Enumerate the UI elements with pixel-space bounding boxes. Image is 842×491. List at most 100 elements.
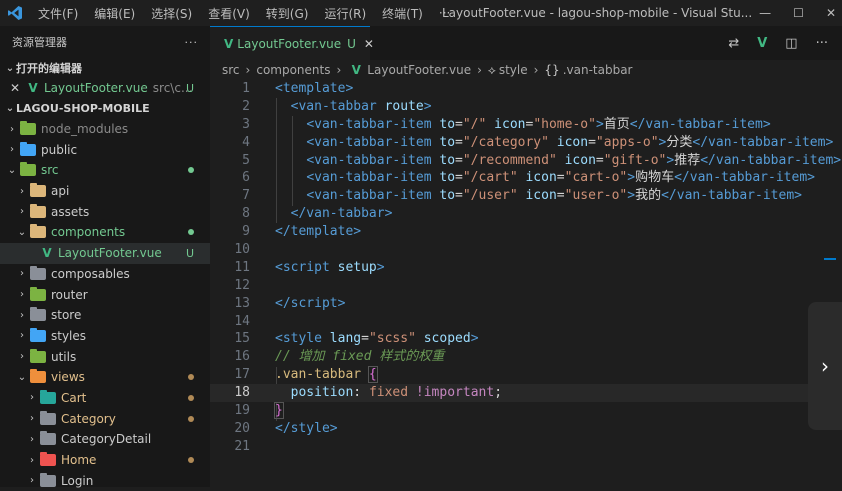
code-line: 20 </style> <box>234 420 338 436</box>
folder-icon <box>30 369 46 384</box>
modified-dot <box>188 167 194 174</box>
vue-file-icon: V <box>42 246 52 261</box>
untracked-badge: U <box>185 246 194 260</box>
code-line: 3 <van-tabbar-item to="/" icon="home-o">… <box>242 116 771 132</box>
modified-dot <box>188 374 194 381</box>
folder-icon <box>30 183 46 198</box>
project-section[interactable]: ⌄ LAGOU-SHOP-MOBILE <box>0 99 210 119</box>
breadcrumb-components[interactable]: components <box>256 63 330 77</box>
menu-go[interactable]: 转到(G) <box>258 5 317 22</box>
split-editor-icon[interactable]: ◫ <box>785 36 797 51</box>
modified-dot <box>188 415 194 422</box>
chevron-right-icon: › <box>20 309 24 321</box>
tree-item-label: styles <box>51 328 87 343</box>
chevron-right-icon: › <box>30 413 34 425</box>
tree-item-categorydetail[interactable]: › CategoryDetail <box>0 429 210 450</box>
next-arrow-button[interactable]: › <box>808 302 842 430</box>
tree-item-label: public <box>41 142 78 157</box>
tree-item-login[interactable]: › Login <box>0 470 210 491</box>
vue-outline-icon[interactable]: V <box>757 36 767 51</box>
tree-item-label: components <box>51 225 126 240</box>
tree-item-store[interactable]: › store <box>0 305 210 326</box>
menu-run[interactable]: 运行(R) <box>316 5 374 22</box>
chevron-right-icon: › <box>30 392 34 404</box>
menu-file[interactable]: 文件(F) <box>30 5 86 22</box>
open-editors-section[interactable]: ⌄ 打开的编辑器 <box>0 58 210 78</box>
breadcrumb-selector[interactable]: .van-tabbar <box>563 63 633 77</box>
project-name: LAGOU-SHOP-MOBILE <box>16 102 150 116</box>
breadcrumb-src[interactable]: src <box>222 63 240 77</box>
tree-item-assets[interactable]: › assets <box>0 201 210 222</box>
chevron-right-icon: › <box>30 433 34 445</box>
open-editor-filename: LayoutFooter.vue <box>44 81 148 96</box>
chevron-right-icon: › <box>821 354 829 378</box>
folder-icon <box>30 265 46 280</box>
menu-terminal[interactable]: 终端(T) <box>374 5 431 22</box>
close-icon[interactable]: ✕ <box>826 6 836 20</box>
tab-layoutfooter[interactable]: V LayoutFooter.vue U ✕ <box>210 26 374 60</box>
tree-item-components[interactable]: ⌄ components <box>0 222 210 243</box>
close-icon[interactable]: ✕ <box>10 81 24 95</box>
tree-item-node-modules[interactable]: › node_modules <box>0 119 210 140</box>
tab-label: LayoutFooter.vue <box>237 36 342 51</box>
breadcrumb-style[interactable]: style <box>499 63 528 77</box>
title-bar: 文件(F) 编辑(E) 选择(S) 查看(V) 转到(G) 运行(R) 终端(T… <box>0 0 842 26</box>
open-editors-label: 打开的编辑器 <box>16 62 82 75</box>
minimize-icon[interactable]: — <box>759 6 771 20</box>
tree-item-cart[interactable]: › Cart <box>0 388 210 409</box>
chevron-down-icon: ⌄ <box>5 103 15 115</box>
modified-dot <box>188 229 194 236</box>
tree-item-router[interactable]: › router <box>0 284 210 305</box>
code-line: 8 </van-tabbar> <box>242 206 393 222</box>
folder-icon <box>40 472 56 487</box>
code-editor[interactable]: 1 <template> 2 <van-tabbar route> 3 <van-… <box>210 80 842 487</box>
tree-item-home[interactable]: › Home <box>0 450 210 471</box>
code-line: 13 </script> <box>234 295 346 311</box>
maximize-icon[interactable]: ☐ <box>793 6 804 20</box>
chevron-right-icon: › <box>20 351 24 363</box>
tree-item-views[interactable]: ⌄ views <box>0 367 210 388</box>
tab-close-icon[interactable]: ✕ <box>364 37 374 51</box>
code-line: 5 <van-tabbar-item to="/recommend" icon=… <box>242 152 842 168</box>
compare-changes-icon[interactable]: ⇄ <box>728 36 739 51</box>
chevron-right-icon: › <box>477 63 482 77</box>
window-title: LayoutFooter.vue - lagou-shop-mobile - V… <box>442 6 753 20</box>
more-actions-icon[interactable]: ··· <box>816 36 828 51</box>
folder-icon <box>20 141 36 156</box>
code-line: 12 <box>234 277 250 293</box>
tab-status: U <box>347 36 356 51</box>
folder-icon <box>20 121 36 136</box>
folder-icon <box>40 431 56 446</box>
explorer-sidebar: 资源管理器 ··· ⌄ 打开的编辑器 ✕ V LayoutFooter.vue … <box>0 26 210 488</box>
vscode-logo-icon <box>0 5 30 21</box>
tree-item-label: Category <box>61 411 116 426</box>
tree-item-composables[interactable]: › composables <box>0 264 210 285</box>
breadcrumb: src › components › V LayoutFooter.vue › … <box>222 60 633 80</box>
tree-item-label: composables <box>51 266 130 281</box>
modified-dot <box>188 394 194 401</box>
code-line: 6 <van-tabbar-item to="/cart" icon="cart… <box>242 170 815 186</box>
tree-item-category[interactable]: › Category <box>0 408 210 429</box>
tree-item-label: CategoryDetail <box>61 432 152 447</box>
open-editor-item[interactable]: ✕ V LayoutFooter.vue src\c... U <box>0 78 210 99</box>
folder-icon <box>40 410 56 425</box>
tree-item-label: store <box>51 308 82 323</box>
breadcrumb-file[interactable]: LayoutFooter.vue <box>367 63 471 77</box>
tree-item-src[interactable]: ⌄ src <box>0 160 210 181</box>
code-line: 1 <template> <box>242 81 354 96</box>
chevron-down-icon: ⌄ <box>17 226 27 238</box>
tree-item-public[interactable]: › public <box>0 139 210 160</box>
tree-item-styles[interactable]: › styles <box>0 326 210 347</box>
menu-edit[interactable]: 编辑(E) <box>86 5 143 22</box>
tree-item-label: assets <box>51 204 90 219</box>
tree-item-utils[interactable]: › utils <box>0 346 210 367</box>
tree-item-label: src <box>41 163 59 178</box>
explorer-more-icon[interactable]: ··· <box>185 36 199 49</box>
chevron-right-icon: › <box>533 63 539 77</box>
folder-icon <box>40 452 56 467</box>
code-line-current: 18 position: fixed !important; <box>210 384 842 403</box>
menu-selection[interactable]: 选择(S) <box>143 5 200 22</box>
menu-view[interactable]: 查看(V) <box>200 5 258 22</box>
tree-item-layoutfooter-vue[interactable]: V LayoutFooter.vue U <box>0 242 210 264</box>
tree-item-api[interactable]: › api <box>0 181 210 202</box>
